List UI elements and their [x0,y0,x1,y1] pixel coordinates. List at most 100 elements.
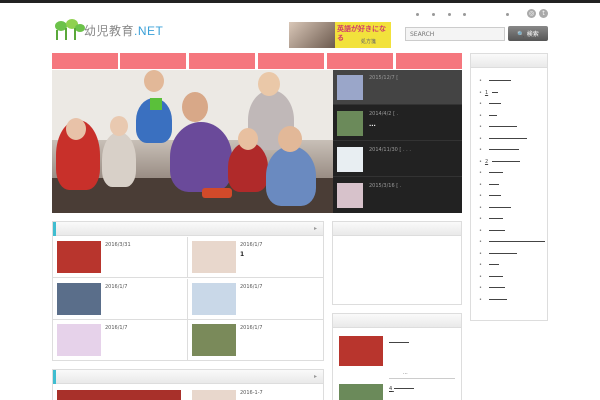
category-list-item[interactable]: • [479,78,511,84]
popular-post-title[interactable]: ​ [389,340,409,346]
category-list-item[interactable]: • [479,285,505,291]
category-underline [488,218,503,219]
popular-post-image[interactable] [339,336,383,366]
category-list-item[interactable]: • [479,147,519,153]
bullet-icon: • [479,124,482,130]
nav-item[interactable] [52,53,118,69]
toy-block [150,98,162,110]
category-underline [488,195,501,196]
slider-thumb[interactable]: 2015/12/7 [ [333,70,462,105]
post-card[interactable]: 2016/1/7 [188,320,323,361]
post-date: 2016/1/7 [105,284,128,290]
toy-pieces [202,188,232,198]
bullet-icon: • [479,250,482,257]
arrow-right-icon[interactable]: ▸ [314,225,317,232]
category-list-item[interactable]: • [479,297,507,303]
ad-banner[interactable]: 英語が好きになる 処方箋 [289,22,391,48]
category-list-item[interactable]: • [479,262,499,268]
bullet-icon: • [479,262,482,268]
category-underline [488,287,505,288]
bullet-icon: • [479,181,482,188]
post-image [192,283,236,315]
bullet-icon: • [479,193,482,199]
category-underline [488,183,499,185]
bullet-icon: • [479,285,482,291]
site-title: 幼児教育.NET [84,24,164,38]
site-logo[interactable]: 幼児教育.NET [52,18,167,42]
nav-item[interactable] [327,53,393,69]
category-list-item[interactable]: • [479,182,499,188]
category-list-item[interactable]: • [479,124,517,130]
category-list-item[interactable]: • [479,205,511,211]
post-card[interactable]: 2016/1/7 1 [188,237,323,278]
popular-post-meta: ... [403,370,408,376]
main-nav [52,53,462,69]
featured-slider: 2015/12/7 [ 2014/4/2 [ . ... 2014/11/30 … [52,70,462,213]
category-list-item[interactable]: • [479,101,501,107]
slider-thumb[interactable]: 2015/3/16 [ . [333,178,462,213]
child-face [238,128,258,150]
category-list-item[interactable]: • [479,274,503,280]
bullet-icon: • [479,78,482,84]
category-underline [488,114,497,116]
bullet-icon: • [479,239,482,245]
category-list-item[interactable]: • [479,136,527,142]
header-dot [448,13,451,16]
rss-icon[interactable]: ◎ [527,9,536,18]
thumb-image [337,75,363,100]
box-header: ▸ [53,370,323,384]
category-underline [488,80,511,81]
banner-subtext: 処方箋 [361,39,377,45]
category-list-item[interactable]: • [479,251,517,257]
category-underline [492,160,521,162]
teacher-face [182,92,208,122]
category-list-item[interactable]: • [479,193,501,199]
arrow-right-icon[interactable]: ▸ [314,373,317,380]
bullet-icon: • [479,89,482,96]
category-list-item[interactable]: • 1 [479,89,499,96]
popular-post-image[interactable] [339,384,383,400]
nav-item[interactable] [189,53,255,69]
child-face [110,116,128,136]
nav-item[interactable] [396,53,462,69]
nav-item[interactable] [258,53,324,69]
category-underline [488,126,517,127]
category-underline [488,252,517,254]
category-list-widget: • • 1 • • • • • • 2 • • • • • • • • • • • • [470,53,548,321]
thumb-date: 2015/12/7 [ [369,75,399,81]
child-figure [102,132,136,187]
search-button[interactable]: 🔍 検索 [508,26,548,41]
title-line [393,388,414,389]
post-card[interactable]: 2016/1/7 [53,320,188,361]
category-list-item[interactable]: • [479,239,545,245]
category-underline [488,275,503,277]
category-list-item[interactable]: • [479,113,497,119]
post-image[interactable] [57,390,181,400]
category-label: 1 [484,89,489,96]
category-list-item[interactable]: • 2 [479,158,521,165]
popular-post-title[interactable]: 4 [389,386,414,392]
thumb-title: ... [369,121,376,128]
category-underline [488,229,505,231]
header-dot [463,13,466,16]
nav-item[interactable] [120,53,186,69]
category-list-item[interactable]: • [479,216,503,222]
post-image [57,324,101,356]
slider-thumb[interactable]: 2014/4/2 [ . ... [333,106,462,141]
post-card[interactable]: 2016/1/7 [188,279,323,320]
post-card[interactable]: 2016/1/7 [53,279,188,320]
slider-thumb[interactable]: 2014/11/30 [ . . . [333,142,462,177]
twitter-icon[interactable]: t [539,9,548,18]
slide-image[interactable] [52,70,333,213]
post-title: 1 [240,251,245,258]
search-input[interactable] [405,27,505,41]
bullet-icon: • [479,158,482,165]
category-list-item[interactable]: • [479,170,503,176]
bullet-icon: • [479,273,482,280]
post-image [192,324,236,356]
post-card[interactable]: 2016/3/31 [53,237,188,278]
post-image[interactable] [192,390,236,400]
category-list-item[interactable]: • [479,228,505,234]
category-underline [488,137,527,139]
post-date: 2016/1/7 [240,242,263,248]
